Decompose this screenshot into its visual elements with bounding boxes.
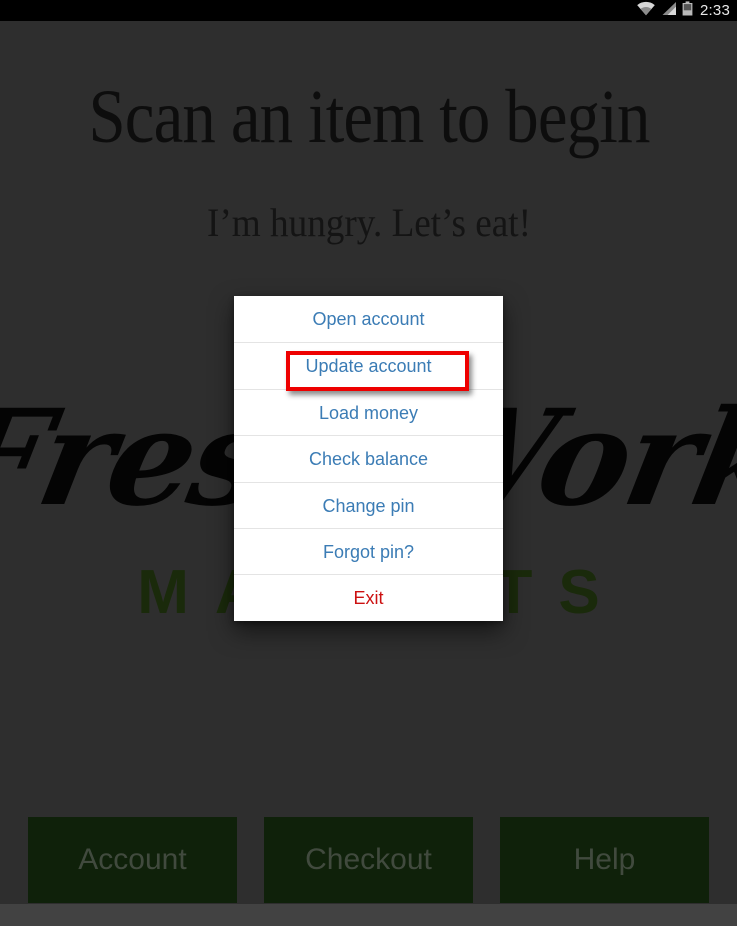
navigation-gap [0, 904, 737, 926]
battery-icon [682, 0, 693, 21]
status-bar: 2:33 [0, 0, 737, 21]
menu-item-load-money[interactable]: Load money [234, 388, 503, 436]
account-options-dialog: Open account Update account Load money C… [234, 296, 503, 621]
cellular-signal-icon [661, 1, 677, 21]
menu-item-exit[interactable]: Exit [234, 574, 503, 621]
wifi-icon [636, 1, 656, 21]
menu-item-open-account[interactable]: Open account [234, 296, 503, 343]
menu-item-check-balance[interactable]: Check balance [234, 435, 503, 482]
status-bar-clock: 2:33 [700, 2, 730, 19]
menu-item-change-pin[interactable]: Change pin [234, 481, 503, 528]
menu-item-update-account[interactable]: Update account [234, 342, 503, 389]
device-screen: 2:33 Scan an item to begin I’m hungry. L… [0, 0, 737, 926]
menu-item-forgot-pin[interactable]: Forgot pin? [234, 527, 503, 575]
